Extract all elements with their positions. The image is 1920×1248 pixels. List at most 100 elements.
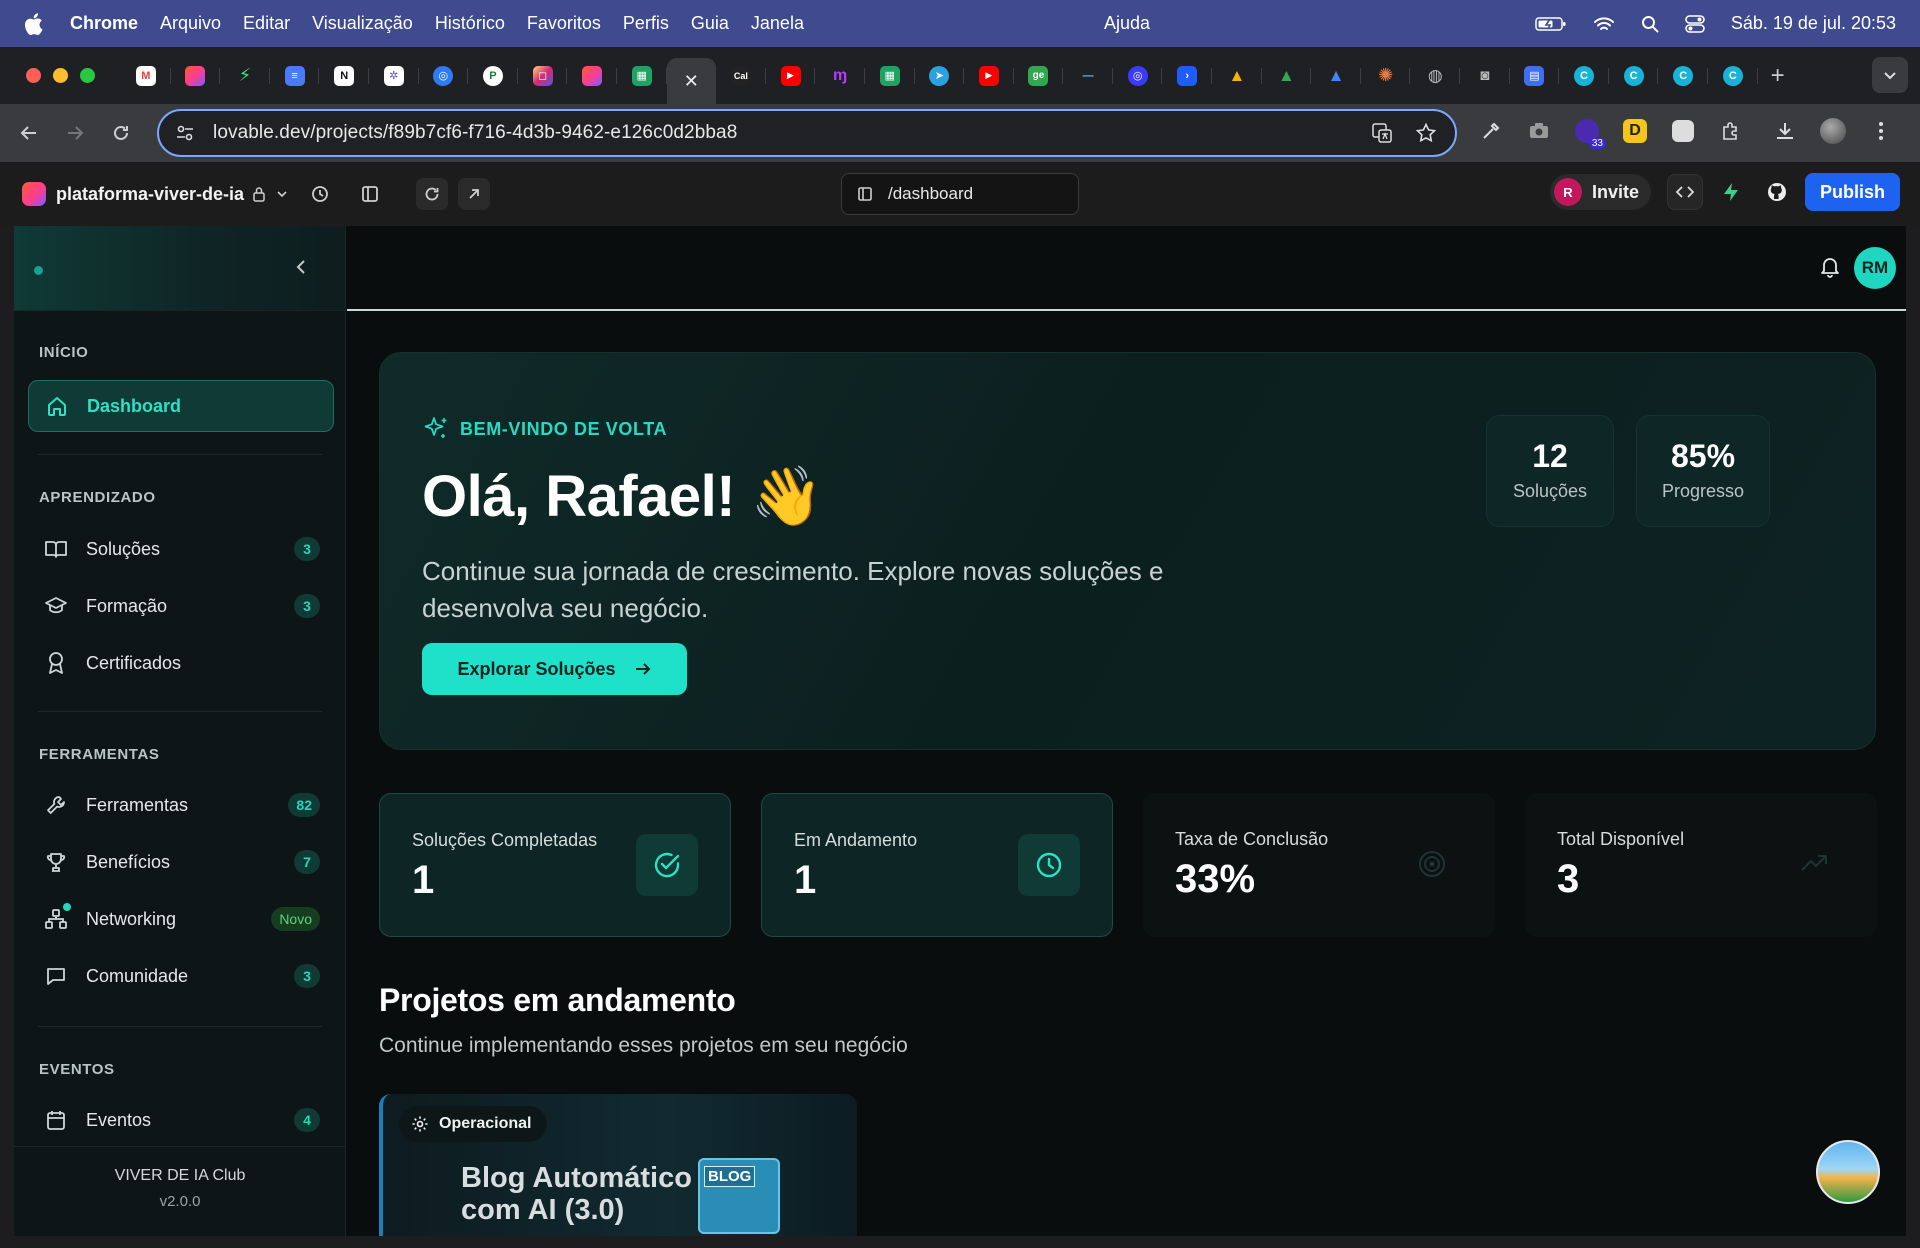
translate-icon[interactable] bbox=[1371, 122, 1393, 144]
tab[interactable] bbox=[171, 56, 221, 96]
tab[interactable]: — bbox=[1063, 56, 1113, 96]
stat-card-completadas[interactable]: Soluções Completadas 1 bbox=[379, 793, 731, 937]
menu-ajuda[interactable]: Ajuda bbox=[1104, 13, 1150, 34]
menu-visualizacao[interactable]: Visualização bbox=[312, 13, 413, 34]
sidebar-item-dashboard[interactable]: Dashboard bbox=[28, 380, 334, 432]
open-external-icon[interactable] bbox=[458, 178, 491, 210]
history-icon[interactable] bbox=[304, 178, 336, 210]
menu-guia[interactable]: Guia bbox=[691, 13, 729, 34]
tab[interactable]: ➤ bbox=[915, 56, 965, 96]
minimize-window-button[interactable] bbox=[53, 68, 68, 83]
search-icon[interactable] bbox=[1641, 15, 1659, 33]
tab[interactable]: C bbox=[1658, 56, 1708, 96]
close-window-button[interactable] bbox=[26, 68, 41, 83]
puzzle-icon[interactable] bbox=[1716, 116, 1746, 146]
menu-favoritos[interactable]: Favoritos bbox=[527, 13, 601, 34]
tab[interactable]: ✺ bbox=[1361, 56, 1411, 96]
tab[interactable]: ▦ bbox=[617, 56, 667, 96]
sidebar-item-beneficios[interactable]: Benefícios 7 bbox=[28, 836, 334, 888]
invite-button[interactable]: R Invite bbox=[1549, 174, 1651, 210]
tab[interactable]: ▶ bbox=[964, 56, 1014, 96]
zoom-window-button[interactable] bbox=[80, 68, 95, 83]
tab[interactable]: C bbox=[1559, 56, 1609, 96]
tab[interactable]: ɱ bbox=[815, 56, 865, 96]
tab[interactable]: ≡ bbox=[270, 56, 320, 96]
battery-icon[interactable] bbox=[1535, 16, 1567, 32]
back-button[interactable] bbox=[6, 123, 52, 143]
tab[interactable]: P bbox=[468, 56, 518, 96]
publish-button[interactable]: Publish bbox=[1804, 173, 1900, 211]
code-icon[interactable] bbox=[1666, 174, 1703, 210]
sidebar-item-eventos[interactable]: Eventos 4 bbox=[28, 1094, 334, 1146]
tab[interactable]: ▶ bbox=[766, 56, 816, 96]
sidebar-item-comunidade[interactable]: Comunidade 3 bbox=[28, 950, 334, 1002]
site-settings-icon[interactable] bbox=[175, 123, 195, 143]
address-bar[interactable]: lovable.dev/projects/f89b7cf6-f716-4d3b-… bbox=[157, 109, 1457, 157]
sidebar-item-ferramentas[interactable]: Ferramentas 82 bbox=[28, 779, 334, 831]
forward-button[interactable] bbox=[52, 123, 98, 143]
clock-datetime[interactable]: Sáb. 19 de jul. 20:53 bbox=[1731, 13, 1896, 34]
profile-avatar[interactable] bbox=[1818, 116, 1848, 146]
menu-historico[interactable]: Histórico bbox=[435, 13, 505, 34]
control-center-icon[interactable] bbox=[1685, 14, 1705, 33]
tab[interactable]: ◎ bbox=[419, 56, 469, 96]
download-icon[interactable] bbox=[1770, 116, 1800, 146]
more-menu-icon[interactable] bbox=[1866, 116, 1896, 146]
tab[interactable]: ⚡ bbox=[220, 56, 270, 96]
tab[interactable]: ◎ bbox=[1113, 56, 1163, 96]
sidebar-item-networking[interactable]: Networking Novo bbox=[28, 893, 334, 945]
chevron-down-icon[interactable] bbox=[276, 188, 288, 200]
tab[interactable]: ▲ bbox=[1262, 56, 1312, 96]
tab[interactable]: ◙ bbox=[1460, 56, 1510, 96]
stat-card-andamento[interactable]: Em Andamento 1 bbox=[761, 793, 1113, 937]
sidebar-toggle-icon[interactable] bbox=[354, 178, 386, 210]
project-card[interactable]: Operacional Blog Automático com AI (3.0)… bbox=[379, 1094, 857, 1236]
stat-card-taxa[interactable]: Taxa de Conclusão 33% bbox=[1143, 793, 1495, 937]
camera-icon[interactable] bbox=[1524, 116, 1554, 146]
lovable-logo-icon[interactable] bbox=[22, 182, 46, 206]
tab[interactable]: ◍ bbox=[1410, 56, 1460, 96]
support-chat-avatar[interactable] bbox=[1816, 1140, 1880, 1204]
bell-icon[interactable] bbox=[1820, 256, 1840, 278]
menu-perfis[interactable]: Perfis bbox=[623, 13, 669, 34]
tab-active[interactable]: ✕ bbox=[666, 58, 717, 104]
menu-app-chrome[interactable]: Chrome bbox=[70, 13, 138, 34]
d-extension-icon[interactable]: D bbox=[1620, 116, 1650, 146]
app-extension-icon[interactable] bbox=[1668, 116, 1698, 146]
explore-solutions-button[interactable]: Explorar Soluções bbox=[422, 643, 687, 695]
extension-badge-icon[interactable]: 33 bbox=[1572, 116, 1606, 149]
tab[interactable]: ◻ bbox=[518, 56, 568, 96]
preview-path-input[interactable]: /dashboard bbox=[841, 173, 1079, 215]
github-icon[interactable] bbox=[1759, 174, 1795, 210]
tab[interactable]: M bbox=[121, 56, 171, 96]
tab[interactable]: › bbox=[1162, 56, 1212, 96]
reload-button[interactable] bbox=[98, 123, 144, 143]
eyedropper-icon[interactable] bbox=[1476, 116, 1506, 146]
project-name[interactable]: plataforma-viver-de-ia bbox=[56, 184, 244, 205]
tab[interactable]: ▲ bbox=[1311, 56, 1361, 96]
sidebar-item-certificados[interactable]: Certificados bbox=[28, 637, 334, 689]
tab[interactable]: C bbox=[1708, 56, 1758, 96]
tab[interactable]: N bbox=[319, 56, 369, 96]
bookmark-star-icon[interactable] bbox=[1415, 122, 1437, 144]
menu-janela[interactable]: Janela bbox=[751, 13, 804, 34]
stat-card-total[interactable]: Total Disponível 3 bbox=[1525, 793, 1877, 937]
sidebar-item-formacao[interactable]: Formação 3 bbox=[28, 580, 334, 632]
tab[interactable]: ▲ bbox=[1212, 56, 1262, 96]
supabase-icon[interactable] bbox=[1713, 174, 1749, 210]
tab-search-button[interactable] bbox=[1872, 57, 1908, 93]
tab[interactable] bbox=[567, 56, 617, 96]
tab[interactable]: ✲ bbox=[369, 56, 419, 96]
url-text[interactable]: lovable.dev/projects/f89b7cf6-f716-4d3b-… bbox=[213, 122, 737, 144]
tab[interactable]: ▤ bbox=[1510, 56, 1560, 96]
tab[interactable]: C bbox=[1609, 56, 1659, 96]
wifi-icon[interactable] bbox=[1593, 16, 1615, 32]
refresh-preview-icon[interactable] bbox=[416, 178, 449, 210]
user-avatar[interactable]: RM bbox=[1854, 247, 1896, 289]
close-icon[interactable]: ✕ bbox=[681, 71, 701, 91]
new-tab-button[interactable]: + bbox=[1758, 62, 1798, 90]
tab[interactable]: ▦ bbox=[865, 56, 915, 96]
tab[interactable]: Cal bbox=[716, 56, 766, 96]
sidebar-item-solucoes[interactable]: Soluções 3 bbox=[28, 523, 334, 575]
chevron-left-icon[interactable] bbox=[295, 258, 307, 276]
